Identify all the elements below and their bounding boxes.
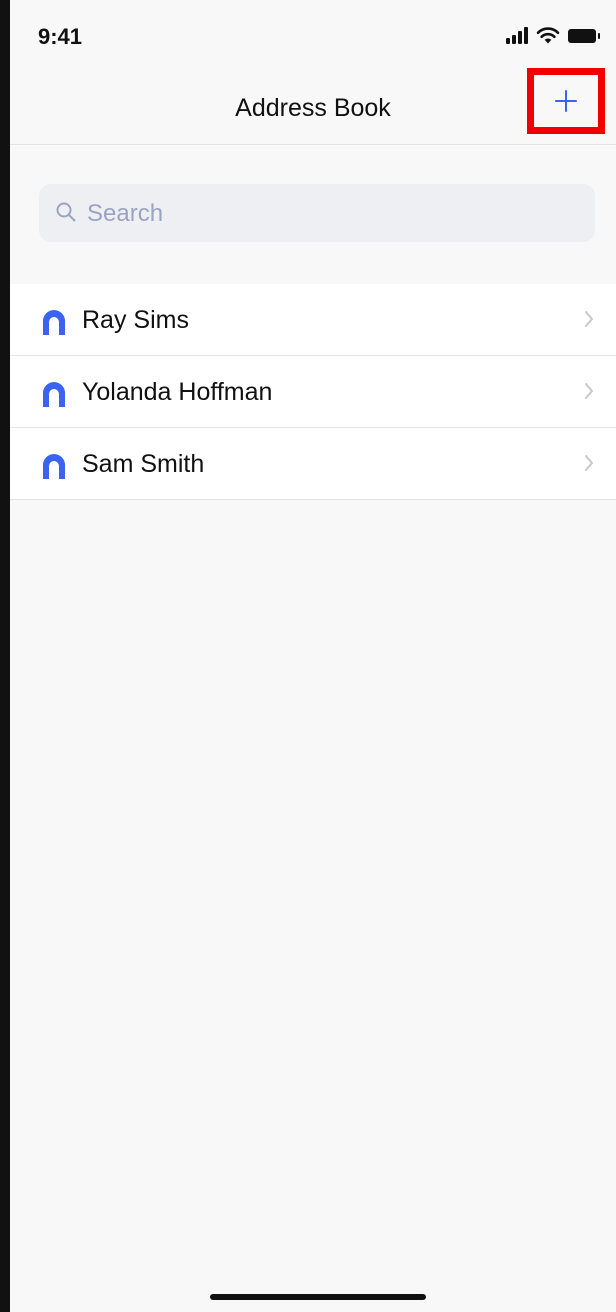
navigation-bar: Address Book bbox=[10, 68, 616, 145]
wifi-icon bbox=[536, 27, 560, 44]
person-icon bbox=[43, 382, 65, 407]
person-icon bbox=[43, 454, 65, 479]
status-time: 9:41 bbox=[38, 24, 83, 49]
chevron-right-icon bbox=[585, 311, 593, 327]
contact-row[interactable]: Ray Sims bbox=[10, 284, 616, 355]
chevron-right-icon bbox=[585, 383, 593, 399]
contact-name: Yolanda Hoffman bbox=[82, 378, 273, 406]
chevron-right-icon bbox=[585, 455, 593, 471]
phone-screen: 9:41 Address Book Search Ray Sims Yoland… bbox=[10, 0, 616, 1312]
search-input[interactable]: Search bbox=[39, 184, 595, 242]
cellular-signal-icon bbox=[506, 27, 528, 44]
status-icons bbox=[506, 26, 600, 44]
add-contact-button[interactable] bbox=[527, 68, 605, 134]
contact-name: Sam Smith bbox=[82, 450, 205, 478]
contact-name: Ray Sims bbox=[82, 306, 189, 334]
search-placeholder: Search bbox=[87, 200, 164, 227]
plus-icon bbox=[555, 90, 577, 112]
contact-row[interactable]: Sam Smith bbox=[10, 427, 616, 499]
search-icon bbox=[56, 202, 76, 222]
person-icon bbox=[43, 310, 65, 335]
contact-row[interactable]: Yolanda Hoffman bbox=[10, 355, 616, 427]
battery-icon bbox=[568, 29, 600, 43]
status-bar: 9:41 bbox=[10, 0, 616, 72]
device-frame-edge bbox=[0, 0, 10, 1312]
home-indicator bbox=[210, 1294, 426, 1300]
contact-list: Ray Sims Yolanda Hoffman Sam Smith bbox=[10, 284, 616, 500]
page-title: Address Book bbox=[235, 94, 391, 122]
